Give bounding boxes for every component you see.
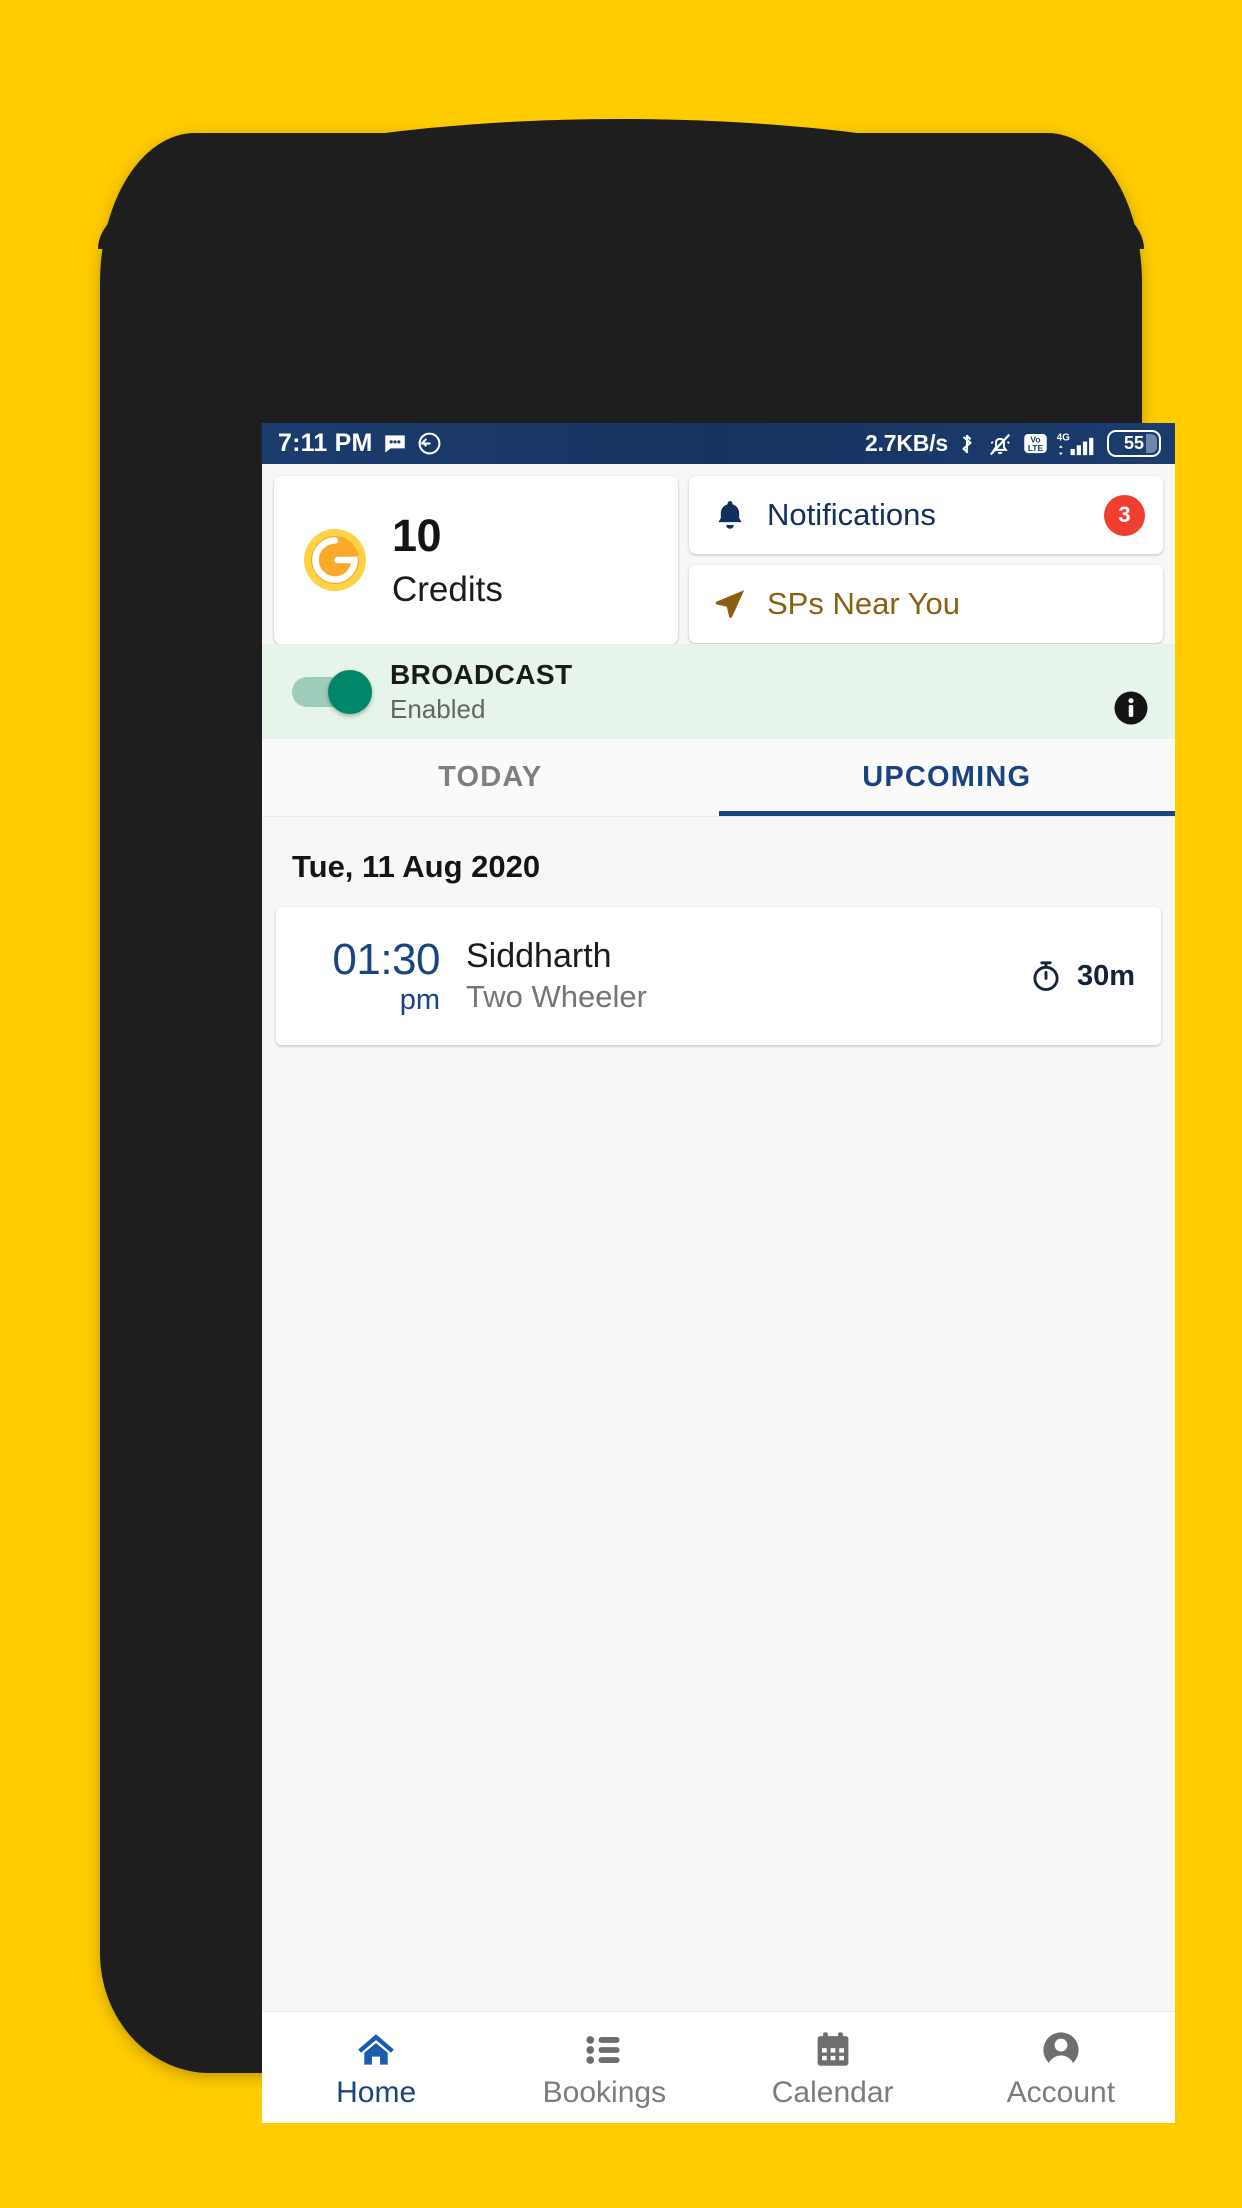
status-bar-right: 2.7KB/s Vo LTE 4G 55 (865, 429, 1161, 459)
phone-screen: 7:11 PM 2.7KB/s Vo LTE 4G 55 10 Credits … (262, 423, 1175, 2123)
nav-label-home: Home (336, 2075, 417, 2109)
info-icon[interactable] (1113, 690, 1149, 726)
booking-duration: 30m (1076, 959, 1135, 992)
nav-item-account[interactable]: Account (947, 2012, 1175, 2123)
volte-icon: Vo LTE (1022, 430, 1049, 457)
bottom-navigation: Home Bookings Calendar Account (262, 2011, 1175, 2123)
sps-near-you-label: SPs Near You (767, 586, 961, 621)
booking-info-block: Siddharth Two Wheeler (444, 937, 1028, 1014)
nav-item-home[interactable]: Home (262, 2012, 490, 2123)
sps-near-you-button[interactable]: SPs Near You (689, 565, 1163, 643)
credits-count: 10 (392, 510, 442, 561)
nav-item-calendar[interactable]: Calendar (719, 2012, 947, 2123)
bell-icon (711, 496, 749, 534)
message-icon (382, 431, 408, 457)
stopwatch-icon (1028, 958, 1064, 994)
broadcast-text-block: BROADCAST Enabled (390, 659, 572, 725)
toggle-knob (328, 669, 372, 714)
credits-card[interactable]: 10 Credits (274, 476, 678, 644)
top-cards-area: 10 Credits Notifications 3 SPs Near You (262, 464, 1175, 644)
booking-service-type: Two Wheeler (466, 978, 647, 1014)
nav-item-bookings[interactable]: Bookings (490, 2012, 718, 2123)
battery-indicator: 55 (1107, 430, 1161, 457)
credits-text-block: 10 Credits (392, 513, 503, 607)
app-icon (417, 431, 442, 456)
booking-time-block: 01:30 pm (276, 937, 444, 1014)
booking-time: 01:30 (332, 935, 440, 985)
status-bar: 7:11 PM 2.7KB/s Vo LTE 4G 55 (262, 423, 1175, 464)
broadcast-status: Enabled (390, 693, 486, 724)
account-icon (1039, 2028, 1083, 2072)
status-bar-left: 7:11 PM (278, 429, 442, 458)
right-action-stack: Notifications 3 SPs Near You (689, 476, 1163, 644)
mute-bell-icon (986, 430, 1014, 458)
credits-label: Credits (392, 570, 503, 609)
signal-4g-icon: 4G (1057, 429, 1099, 459)
booking-tabs: TODAY UPCOMING (262, 739, 1175, 817)
gold-coin-g-icon (302, 527, 368, 593)
calendar-icon (811, 2028, 855, 2072)
nav-label-bookings: Bookings (542, 2075, 667, 2109)
nav-label-calendar: Calendar (771, 2075, 894, 2109)
date-header: Tue, 11 Aug 2020 (292, 849, 541, 884)
svg-text:4G: 4G (1057, 432, 1070, 443)
notifications-label: Notifications (767, 497, 936, 532)
svg-text:LTE: LTE (1028, 443, 1044, 453)
broadcast-bar[interactable]: BROADCAST Enabled (262, 644, 1175, 739)
tab-active-indicator (718, 811, 1175, 816)
notifications-badge: 3 (1104, 494, 1145, 536)
bookings-list: Tue, 11 Aug 2020 01:30 pm Siddharth Two … (262, 817, 1175, 2011)
tab-upcoming[interactable]: UPCOMING (719, 739, 1176, 816)
bluetooth-icon (956, 430, 978, 458)
network-speed: 2.7KB/s (865, 430, 948, 456)
phone-frame: 7:11 PM 2.7KB/s Vo LTE 4G 55 10 Credits … (98, 119, 1175, 2123)
list-icon (582, 2028, 626, 2072)
home-icon (354, 2028, 398, 2072)
booking-time-ampm: pm (399, 983, 440, 1016)
notifications-button[interactable]: Notifications 3 (689, 476, 1163, 554)
booking-duration-block: 30m (1028, 958, 1135, 994)
tab-today[interactable]: TODAY (262, 739, 719, 816)
status-bar-clock: 7:11 PM (278, 429, 373, 457)
broadcast-title: BROADCAST (390, 658, 573, 690)
battery-level: 55 (1123, 433, 1145, 453)
navigation-arrow-icon (711, 585, 749, 623)
booking-customer-name: Siddharth (466, 937, 612, 976)
nav-label-account: Account (1006, 2075, 1116, 2109)
broadcast-toggle[interactable] (292, 669, 372, 714)
booking-list-item[interactable]: 01:30 pm Siddharth Two Wheeler 30m (276, 907, 1161, 1045)
